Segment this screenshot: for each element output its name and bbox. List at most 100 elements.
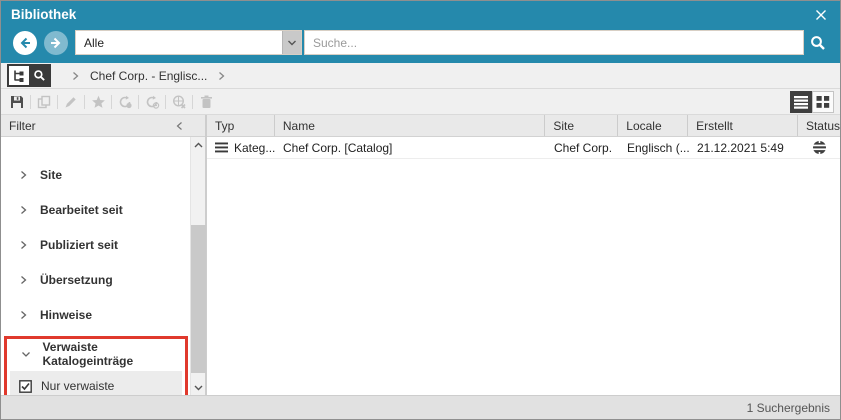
cell-name: Chef Corp. [Catalog] bbox=[275, 137, 546, 158]
cell-typ: Kateg... bbox=[207, 137, 275, 158]
chevron-right-icon bbox=[17, 309, 29, 321]
circular-arrow-icon bbox=[118, 95, 133, 109]
scope-dropdown-button[interactable] bbox=[282, 31, 301, 54]
filter-section-hinweise[interactable]: Hinweise bbox=[1, 297, 190, 332]
toolbar-separator bbox=[138, 95, 139, 109]
favorite-button[interactable] bbox=[88, 93, 108, 111]
column-header-site[interactable]: Site bbox=[545, 115, 618, 136]
circular-arrow-badge-icon bbox=[145, 95, 160, 109]
toolbar-separator bbox=[111, 95, 112, 109]
withdraw-translation-button[interactable] bbox=[169, 93, 189, 111]
search-icon bbox=[810, 35, 826, 51]
chevron-left-icon bbox=[176, 121, 183, 131]
breadcrumb-separator bbox=[218, 71, 225, 81]
filter-panel-title: Filter bbox=[9, 119, 172, 133]
column-header-status[interactable]: Status bbox=[798, 115, 840, 136]
copy-button[interactable] bbox=[34, 93, 54, 111]
breadcrumb-separator bbox=[72, 71, 79, 81]
list-view-icon bbox=[793, 94, 809, 110]
highlight-annotation-box: Verwaiste Katalogeinträge Nur verwaiste … bbox=[4, 336, 188, 395]
chevron-right-icon bbox=[17, 274, 29, 286]
chevron-up-icon bbox=[194, 142, 203, 148]
checkbox-checked-icon[interactable] bbox=[19, 380, 32, 393]
column-header-typ[interactable]: Typ bbox=[207, 115, 275, 136]
cell-site: Chef Corp. bbox=[546, 137, 619, 158]
copy-icon bbox=[37, 95, 51, 109]
collapse-panel-button[interactable] bbox=[172, 119, 186, 133]
chevron-down-icon bbox=[287, 39, 297, 47]
cell-locale: Englisch (... bbox=[619, 137, 689, 158]
trash-icon bbox=[200, 95, 213, 109]
chevron-down-icon bbox=[194, 385, 203, 391]
search-submit-button[interactable] bbox=[804, 35, 832, 51]
filter-section-label: Übersetzung bbox=[40, 273, 113, 287]
filter-panel-body: Site Bearbeitet seit Publiziert seit Übe… bbox=[1, 137, 205, 395]
result-count-text: 1 Suchergebnis bbox=[747, 401, 830, 415]
search-toolbar: Alle bbox=[1, 28, 840, 63]
checkin-button[interactable] bbox=[115, 93, 135, 111]
filter-section-verwaiste-katalogeintraege[interactable]: Verwaiste Katalogeinträge bbox=[7, 339, 185, 369]
column-header-name[interactable]: Name bbox=[275, 115, 546, 136]
breadcrumb-item-site[interactable]: Chef Corp. - Englisc... bbox=[90, 69, 207, 83]
chevron-right-icon bbox=[17, 169, 29, 181]
status-bar: 1 Suchergebnis bbox=[1, 395, 840, 419]
save-button[interactable] bbox=[7, 93, 27, 111]
table-header: Typ Name Site Locale Erstellt Status bbox=[207, 115, 840, 137]
pencil-icon bbox=[64, 95, 78, 109]
search-input[interactable] bbox=[305, 31, 803, 54]
search-view-button[interactable] bbox=[29, 66, 49, 85]
scrollbar-thumb[interactable] bbox=[191, 225, 206, 373]
title-bar: Bibliothek bbox=[1, 1, 840, 28]
action-toolbar bbox=[1, 89, 840, 115]
grid-view-icon bbox=[815, 94, 831, 110]
cell-status bbox=[799, 137, 840, 158]
column-header-locale[interactable]: Locale bbox=[618, 115, 688, 136]
save-icon bbox=[10, 95, 24, 109]
chevron-right-icon bbox=[17, 239, 29, 251]
grid-view-button[interactable] bbox=[812, 91, 834, 113]
breadcrumb-bar: Chef Corp. - Englisc... bbox=[1, 63, 840, 89]
globe-x-icon bbox=[172, 95, 187, 109]
filter-section-site[interactable]: Site bbox=[1, 157, 190, 192]
toolbar-separator bbox=[57, 95, 58, 109]
sidebar-scrollbar[interactable] bbox=[190, 137, 205, 395]
edit-button[interactable] bbox=[61, 93, 81, 111]
forward-button[interactable] bbox=[44, 31, 68, 55]
chevron-down-icon bbox=[20, 348, 31, 360]
toolbar-separator bbox=[192, 95, 193, 109]
checkbox-label[interactable]: Nur verwaiste Katalogeinträge anzeigen bbox=[41, 379, 167, 395]
cell-typ-text: Kateg... bbox=[234, 141, 275, 155]
toolbar-separator bbox=[84, 95, 85, 109]
category-type-icon bbox=[215, 142, 228, 153]
toolbar-separator bbox=[165, 95, 166, 109]
arrow-left-icon bbox=[17, 35, 33, 51]
tree-view-button[interactable] bbox=[9, 66, 29, 85]
view-mode-toggle-group bbox=[7, 64, 51, 87]
main-area: Filter Site Bearbeitet seit Publiziert s… bbox=[1, 115, 840, 395]
library-window: Bibliothek Alle bbox=[0, 0, 841, 420]
filter-section-bearbeitet-seit[interactable]: Bearbeitet seit bbox=[1, 192, 190, 227]
orphaned-filter-option: Nur verwaiste Katalogeinträge anzeigen bbox=[10, 371, 182, 395]
window-title: Bibliothek bbox=[11, 7, 812, 22]
filter-section-label: Bearbeitet seit bbox=[40, 203, 123, 217]
close-icon bbox=[815, 9, 827, 21]
chevron-right-icon bbox=[17, 204, 29, 216]
column-header-erstellt[interactable]: Erstellt bbox=[688, 115, 798, 136]
table-row[interactable]: Kateg... Chef Corp. [Catalog] Chef Corp.… bbox=[207, 137, 840, 159]
delete-button[interactable] bbox=[196, 93, 216, 111]
scope-select[interactable]: Alle bbox=[75, 30, 302, 55]
scroll-up-button[interactable] bbox=[191, 137, 206, 152]
chevron-right-icon bbox=[72, 71, 79, 81]
close-button[interactable] bbox=[812, 6, 830, 24]
back-button[interactable] bbox=[13, 31, 37, 55]
list-view-button[interactable] bbox=[790, 91, 812, 113]
filter-section-label: Site bbox=[40, 168, 62, 182]
checkout-button[interactable] bbox=[142, 93, 162, 111]
filter-panel: Filter Site Bearbeitet seit Publiziert s… bbox=[1, 115, 207, 395]
filter-section-publiziert-seit[interactable]: Publiziert seit bbox=[1, 227, 190, 262]
filter-panel-header: Filter bbox=[1, 115, 205, 137]
filter-section-uebersetzung[interactable]: Übersetzung bbox=[1, 262, 190, 297]
arrow-right-icon bbox=[48, 35, 64, 51]
scroll-down-button[interactable] bbox=[191, 380, 206, 395]
filter-section-label: Publiziert seit bbox=[40, 238, 118, 252]
